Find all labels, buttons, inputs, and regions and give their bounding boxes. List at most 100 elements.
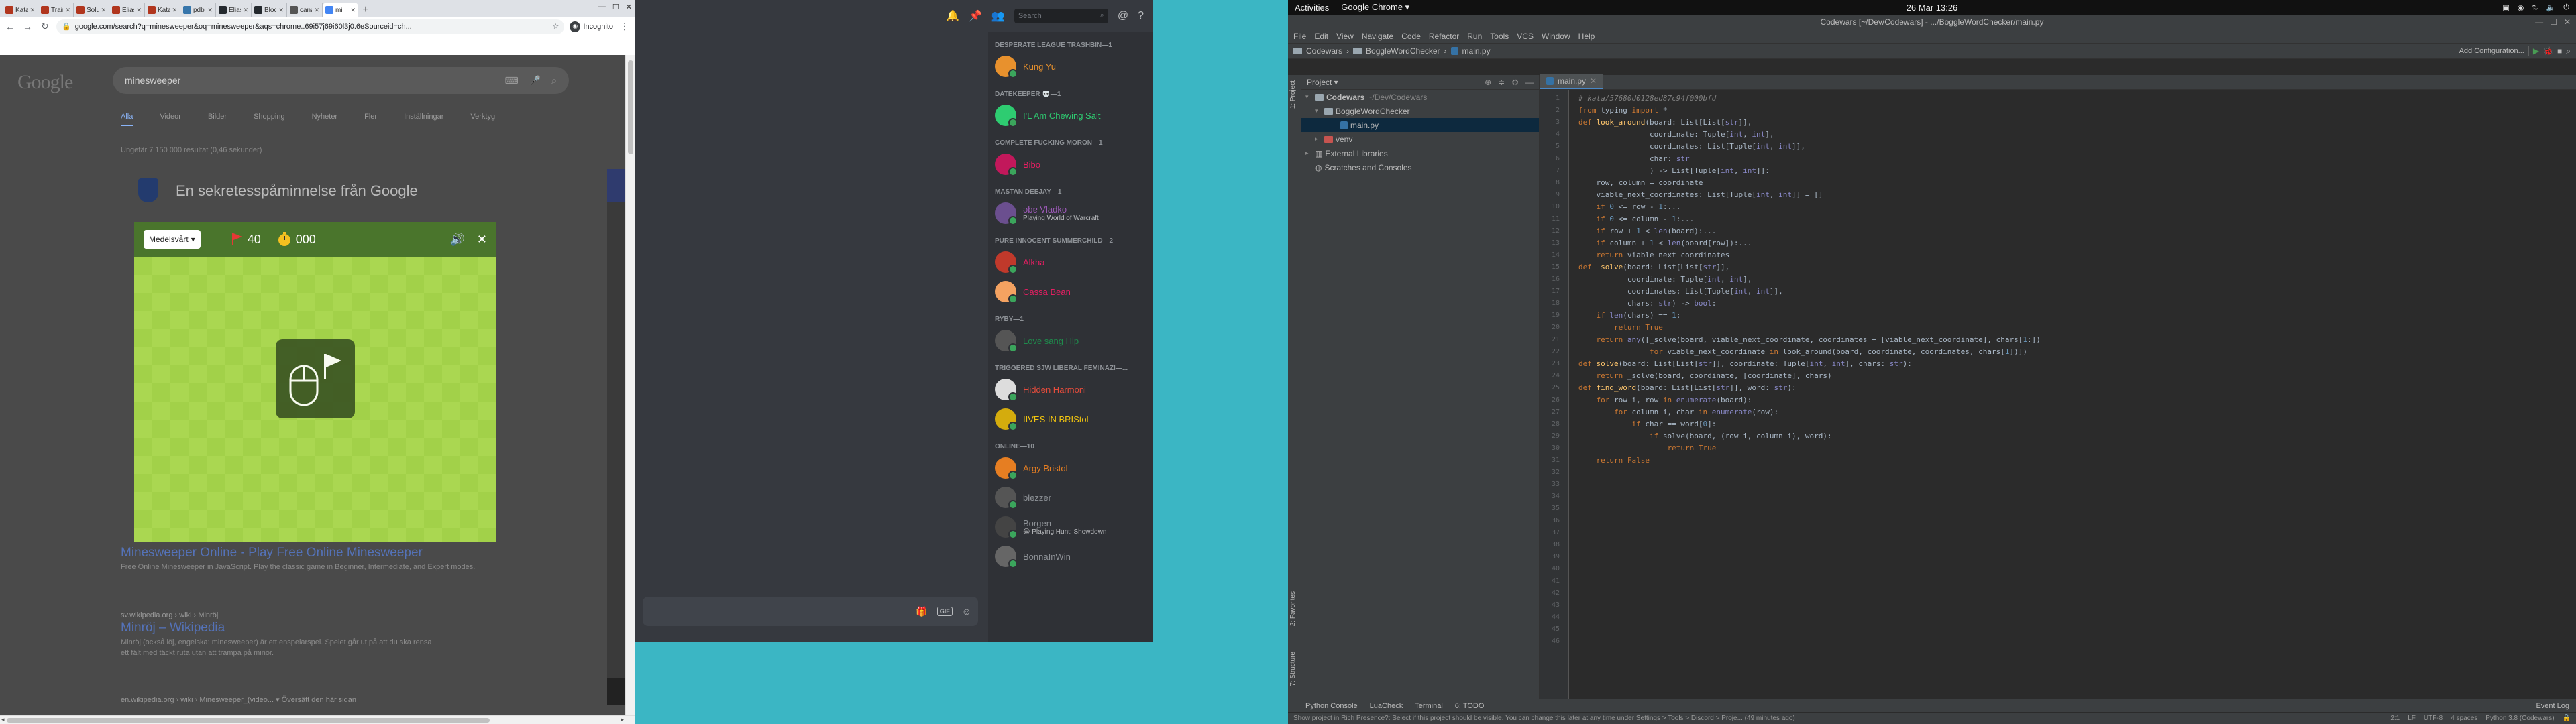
gift-icon[interactable]: 🎁 xyxy=(916,606,927,617)
member-item[interactable]: I'L Am Chewing Salt xyxy=(995,101,1146,130)
event-log-button[interactable]: Event Log xyxy=(2536,702,2576,710)
keyboard-icon[interactable]: ⌨ xyxy=(505,75,519,86)
debug-icon[interactable]: 🐞 xyxy=(2543,46,2553,56)
network-icon[interactable]: ⇅ xyxy=(2532,3,2538,12)
menu-item-refactor[interactable]: Refactor xyxy=(1429,32,1459,41)
browser-tab[interactable]: Elias✕ xyxy=(109,3,145,17)
caret-position[interactable]: 2:1 xyxy=(2390,715,2400,722)
browser-tab[interactable]: cana✕ xyxy=(287,3,323,17)
new-tab-button[interactable]: + xyxy=(358,3,373,17)
tree-item[interactable]: ▸ venv xyxy=(1301,132,1539,146)
incognito-badge[interactable]: ◉ Incognito xyxy=(570,21,613,32)
search-tab[interactable]: Alla xyxy=(121,113,133,126)
project-tool-button[interactable]: 1: Project xyxy=(1289,80,1297,109)
sound-icon[interactable]: 🔊 xyxy=(449,233,464,247)
tree-item[interactable]: ▾ BoggleWordChecker xyxy=(1301,104,1539,118)
result-link[interactable]: Minröj – Wikipedia xyxy=(121,621,523,636)
member-item[interactable]: ǝbɐ Vladko Playing World of Warcraft xyxy=(995,198,1146,228)
breadcrumb-item[interactable]: Codewars xyxy=(1306,46,1342,56)
browser-tab[interactable]: Elias✕ xyxy=(216,3,252,17)
hide-icon[interactable]: — xyxy=(1525,78,1534,87)
tab-close-icon[interactable]: ✕ xyxy=(136,7,142,14)
difficulty-select[interactable]: Medelsvårt ▾ xyxy=(144,230,201,249)
tab-close-icon[interactable]: ✕ xyxy=(65,7,70,14)
maximize-icon[interactable]: ☐ xyxy=(612,3,619,11)
run-icon[interactable]: ▶ xyxy=(2533,46,2539,56)
gear-icon[interactable]: ⚙ xyxy=(1511,78,1519,87)
reload-icon[interactable]: ↻ xyxy=(39,21,51,32)
indent-setting[interactable]: 4 spaces xyxy=(2451,715,2477,722)
file-encoding[interactable]: UTF-8 xyxy=(2424,715,2443,722)
status-message[interactable]: Show project in Rich Presence?: Select i… xyxy=(1293,715,1795,722)
tree-item[interactable]: ▾ Codewars ~/Dev/Codewars xyxy=(1301,90,1539,104)
chevron-icon[interactable]: ▾ xyxy=(1315,107,1322,115)
browser-tab[interactable]: pdb -✕ xyxy=(180,3,216,17)
members-icon[interactable]: 👥 xyxy=(991,9,1005,23)
tab-close-icon[interactable]: ✕ xyxy=(314,7,319,14)
tree-item[interactable]: ▸ ▥ External Libraries xyxy=(1301,146,1539,160)
python-console-button[interactable]: Python Console xyxy=(1305,702,1358,710)
structure-tool-button[interactable]: 7: Structure xyxy=(1289,652,1297,686)
collapse-icon[interactable]: ≑ xyxy=(1498,78,1505,87)
address-bar[interactable]: 🔒 google.com/search?q=minesweeper&oq=min… xyxy=(56,19,565,34)
close-icon[interactable]: ✕ xyxy=(477,233,487,247)
chevron-icon[interactable]: ▸ xyxy=(1305,149,1312,157)
locate-icon[interactable]: ⊕ xyxy=(1485,78,1491,87)
scroll-thumb[interactable] xyxy=(628,60,633,154)
google-logo[interactable]: Google xyxy=(17,71,73,94)
tree-item[interactable]: main.py xyxy=(1301,118,1539,132)
minimize-icon[interactable]: — xyxy=(598,3,606,11)
todo-button[interactable]: 6: TODO xyxy=(1455,702,1485,710)
favorites-tool-button[interactable]: 2: Favorites xyxy=(1289,591,1297,626)
menu-item-navigate[interactable]: Navigate xyxy=(1362,32,1393,41)
editor-tab-main-py[interactable]: main.py ✕ xyxy=(1540,74,1604,89)
member-item[interactable]: blezzer xyxy=(995,483,1146,512)
volume-icon[interactable]: 🔈 xyxy=(2546,3,2556,12)
gif-button[interactable]: GIF xyxy=(936,607,953,616)
maximize-icon[interactable]: ☐ xyxy=(2550,17,2557,27)
terminal-button[interactable]: Terminal xyxy=(1415,702,1443,710)
member-item[interactable]: IIVES IN BRIStol xyxy=(995,404,1146,434)
scroll-right-icon[interactable]: ▸ xyxy=(621,716,624,723)
search-tab[interactable]: Fler xyxy=(364,113,377,126)
run-configuration-select[interactable]: Add Configuration... xyxy=(2454,46,2529,56)
member-item[interactable]: Alkha xyxy=(995,247,1146,277)
tab-close-icon[interactable]: ✕ xyxy=(207,7,213,14)
result-link[interactable]: Minesweeper Online - Play Free Online Mi… xyxy=(121,546,523,560)
tab-close-icon[interactable]: ✕ xyxy=(278,7,284,14)
search-tab[interactable]: Nyheter xyxy=(312,113,338,126)
lock-icon[interactable]: 🔓 xyxy=(2563,715,2571,722)
member-item[interactable]: Borgen 😁 Playing Hunt: Showdown xyxy=(995,512,1146,542)
mic-icon[interactable]: 🎤 xyxy=(529,75,541,86)
member-item[interactable]: Hidden Harmoni xyxy=(995,375,1146,404)
mention-icon[interactable]: @ xyxy=(1118,10,1128,22)
member-item[interactable]: Love sang Hip xyxy=(995,326,1146,355)
breadcrumb-item[interactable]: main.py xyxy=(1462,46,1491,56)
close-icon[interactable]: ✕ xyxy=(626,3,632,11)
search-input[interactable]: minesweeper ⌨ 🎤 ⌕ xyxy=(113,67,569,94)
member-item[interactable]: Bibo xyxy=(995,149,1146,179)
stop-icon[interactable]: ■ xyxy=(2557,46,2562,56)
app-menu[interactable]: Google Chrome ▾ xyxy=(1341,2,1409,13)
forward-icon[interactable]: → xyxy=(21,21,34,32)
line-separator[interactable]: LF xyxy=(2408,715,2416,722)
menu-item-edit[interactable]: Edit xyxy=(1314,32,1328,41)
tab-close-icon[interactable]: ✕ xyxy=(350,7,356,14)
star-icon[interactable]: ☆ xyxy=(552,22,559,31)
interpreter[interactable]: Python 3.8 (Codewars) xyxy=(2485,715,2554,722)
search-tab[interactable]: Videor xyxy=(160,113,181,126)
menu-item-tools[interactable]: Tools xyxy=(1490,32,1509,41)
search-tab[interactable]: Shopping xyxy=(254,113,285,126)
tab-close-icon[interactable]: ✕ xyxy=(101,7,106,14)
power-icon[interactable]: ⏻ xyxy=(2563,3,2569,12)
minimize-icon[interactable]: — xyxy=(2535,17,2543,27)
menu-item-code[interactable]: Code xyxy=(1401,32,1421,41)
message-input[interactable]: 🎁 GIF ☺ xyxy=(643,597,978,626)
browser-tab[interactable]: Kata |✕ xyxy=(145,3,180,17)
member-item[interactable]: Argy Bristol xyxy=(995,453,1146,483)
activities-button[interactable]: Activities xyxy=(1295,3,1329,13)
menu-icon[interactable]: ⋮ xyxy=(619,21,631,32)
search-icon[interactable]: ⌕ xyxy=(551,75,557,86)
menu-item-window[interactable]: Window xyxy=(1542,32,1570,41)
close-icon[interactable]: ✕ xyxy=(2564,17,2571,27)
